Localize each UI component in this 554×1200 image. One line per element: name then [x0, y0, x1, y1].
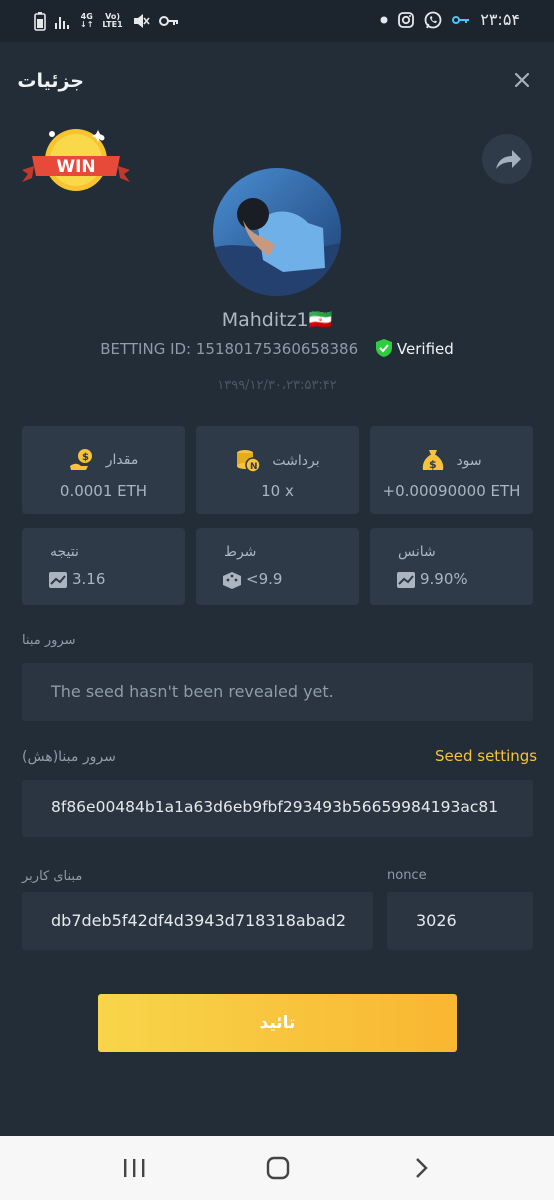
back-button[interactable] — [402, 1152, 442, 1184]
nonce-field[interactable]: 3026 — [387, 892, 533, 950]
battery-icon — [34, 12, 46, 31]
dice-icon — [223, 571, 241, 589]
money-bag-icon: $ — [423, 450, 444, 471]
close-button[interactable] — [512, 68, 532, 92]
betting-id: BETTING ID: 15180175360658386 — [100, 340, 359, 358]
hashed-seed-value: 8f86e00484b1a1a63d6eb9fbf293493b56659984… — [51, 798, 499, 816]
back-chevron-icon[interactable] — [402, 1152, 442, 1184]
stat-condition-value: <9.9 — [246, 570, 283, 588]
stat-card-payout: N برداشت 10 x — [196, 426, 359, 514]
recent-apps-icon[interactable] — [114, 1152, 154, 1184]
dice-chart-icon — [49, 571, 67, 588]
signal-icon — [55, 17, 69, 29]
status-bar: 4G ↓↑ Vo) LTE1 ۲۳:۵۴ — [0, 0, 554, 42]
clock: ۲۳:۵۴ — [480, 10, 520, 29]
confirm-button[interactable]: تائید — [98, 994, 457, 1052]
whatsapp-icon — [424, 11, 442, 28]
hand-coin-icon: $ — [69, 449, 92, 470]
stat-amount-label: مقدار — [105, 452, 139, 468]
home-button[interactable] — [258, 1152, 298, 1184]
instagram-icon — [398, 11, 415, 28]
stat-card-result: نتیجه 3.16 — [22, 528, 185, 605]
chance-chart-icon — [397, 571, 415, 588]
stat-card-profit: $ سود +0.00090000 ETH — [370, 426, 533, 514]
network-indicator: 4G ↓↑ — [80, 12, 94, 29]
stat-chance-value: 9.90% — [420, 570, 468, 588]
recent-apps-button[interactable] — [114, 1152, 154, 1184]
stat-condition-label: شرط — [224, 544, 257, 560]
stat-card-condition: شرط <9.9 — [196, 528, 359, 605]
stat-card-chance: شانس 9.90% — [370, 528, 533, 605]
hashed-seed-field[interactable]: 8f86e00484b1a1a63d6eb9fbf293493b56659984… — [22, 780, 533, 837]
stat-profit-label: سود — [456, 453, 482, 469]
stat-payout-label: برداشت — [272, 453, 320, 469]
seed-settings-link[interactable]: Seed settings — [435, 747, 537, 765]
stat-profit-value: +0.00090000 ETH — [382, 482, 521, 500]
server-seed-field: The seed hasn't been revealed yet. — [22, 663, 533, 721]
client-seed-label: مبنای کاربر — [22, 869, 83, 884]
coins-icon: N — [237, 450, 262, 473]
nonce-label: nonce — [387, 868, 427, 883]
dot-icon — [380, 16, 388, 23]
vpn-key-icon — [452, 15, 470, 24]
system-nav-bar — [0, 1136, 554, 1200]
mute-icon — [133, 14, 150, 28]
stat-amount-value: 0.0001 ETH — [59, 482, 148, 500]
stat-chance-label: شانس — [398, 544, 436, 560]
server-seed-value: The seed hasn't been revealed yet. — [51, 682, 334, 701]
svg-text:$: $ — [429, 458, 437, 471]
details-panel: جزئیات WIN Mahditz1🇮🇷 BETTING ID: 151801… — [0, 42, 554, 1136]
verified-shield-icon — [375, 339, 392, 357]
share-arrow-icon[interactable] — [482, 134, 532, 184]
close-icon[interactable] — [514, 72, 530, 88]
client-seed-value: db7deb5f42df4d3943d718318abad2 — [51, 911, 346, 930]
volte-indicator: Vo) LTE1 — [102, 12, 123, 29]
page-title: جزئیات — [17, 70, 84, 92]
nonce-value: 3026 — [416, 911, 457, 930]
username: Mahditz1🇮🇷 — [221, 309, 333, 331]
client-seed-field[interactable]: db7deb5f42df4d3943d718318abad2 — [22, 892, 373, 950]
stat-result-label: نتیجه — [50, 544, 79, 560]
win-badge: WIN — [22, 126, 130, 196]
verified-label: Verified — [396, 340, 454, 358]
avatar — [213, 168, 341, 296]
hashed-seed-label: سرور مبنا(هش) — [22, 749, 116, 765]
share-button[interactable] — [482, 134, 532, 184]
bet-date: ۱۳۹۹/۱۲/۳۰،۲۳:۵۳:۴۲ — [217, 378, 337, 393]
home-icon[interactable] — [258, 1152, 298, 1184]
win-badge-text: WIN — [56, 157, 96, 177]
svg-text:N: N — [250, 462, 258, 472]
stat-result-value: 3.16 — [72, 570, 106, 588]
avatar-photo — [213, 168, 341, 296]
server-seed-label: سرور مبنا — [22, 633, 76, 648]
betting-id-row: BETTING ID: 15180175360658386 Verified — [0, 338, 554, 358]
key-icon — [158, 16, 178, 26]
stat-card-amount: $ مقدار 0.0001 ETH — [22, 426, 185, 514]
svg-text:$: $ — [82, 452, 89, 463]
stat-payout-value: 10 x — [261, 482, 294, 500]
